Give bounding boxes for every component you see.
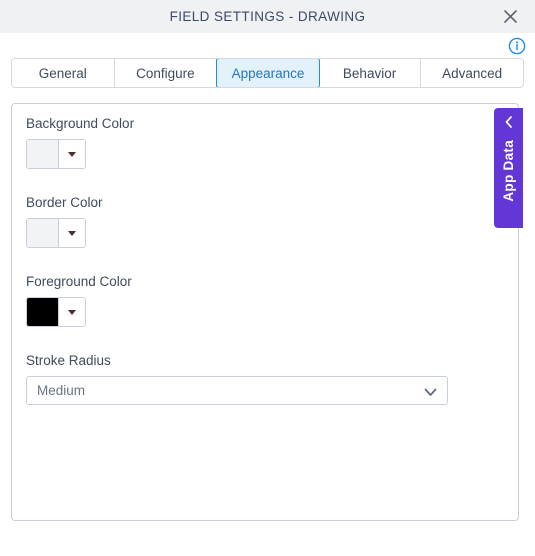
tab-configure-label: Configure: [136, 65, 195, 81]
stroke-radius-select[interactable]: Medium: [26, 376, 448, 405]
tab-general[interactable]: General: [12, 59, 115, 87]
border-color-swatch[interactable]: [27, 219, 59, 247]
info-icon: [508, 37, 526, 55]
dialog-titlebar: FIELD SETTINGS - DRAWING: [0, 0, 535, 33]
dialog-title: FIELD SETTINGS - DRAWING: [169, 9, 366, 24]
app-data-label: App Data: [501, 140, 516, 202]
tab-appearance-label: Appearance: [231, 65, 305, 81]
field-stroke-radius: Stroke Radius Medium: [26, 353, 504, 405]
info-row: [0, 33, 535, 58]
foreground-color-dropdown[interactable]: [59, 298, 85, 326]
stroke-radius-select-wrap: Medium: [26, 376, 448, 405]
field-background-color: Background Color: [26, 116, 504, 173]
border-color-picker[interactable]: [26, 218, 86, 248]
tab-advanced[interactable]: Advanced: [421, 59, 523, 87]
tab-appearance[interactable]: Appearance: [216, 59, 320, 87]
tab-advanced-label: Advanced: [442, 65, 503, 81]
tab-behavior-label: Behavior: [342, 65, 397, 81]
border-color-label: Border Color: [26, 195, 103, 210]
close-button[interactable]: [493, 0, 527, 33]
settings-tabbar: General Configure Appearance Behavior Ad…: [11, 58, 524, 88]
tab-configure[interactable]: Configure: [114, 59, 218, 87]
caret-down-icon: [68, 230, 76, 236]
chevron-left-icon: [503, 115, 515, 134]
tab-general-label: General: [38, 65, 87, 81]
stroke-radius-label: Stroke Radius: [26, 353, 111, 368]
background-color-picker[interactable]: [26, 139, 86, 169]
foreground-color-picker[interactable]: [26, 297, 86, 327]
background-color-label: Background Color: [26, 116, 135, 131]
caret-down-icon: [68, 309, 76, 315]
app-data-tab[interactable]: App Data: [494, 108, 523, 228]
caret-down-icon: [68, 151, 76, 157]
background-color-dropdown[interactable]: [59, 140, 85, 168]
background-color-swatch[interactable]: [27, 140, 59, 168]
foreground-color-label: Foreground Color: [26, 274, 132, 289]
foreground-color-swatch[interactable]: [27, 298, 59, 326]
close-icon: [503, 9, 518, 24]
appearance-panel: Background Color Border Color Foreground: [11, 103, 519, 521]
stroke-radius-value: Medium: [37, 383, 86, 398]
field-settings-dialog: FIELD SETTINGS - DRAWING General Configu…: [0, 0, 535, 556]
field-border-color: Border Color: [26, 195, 504, 252]
field-foreground-color: Foreground Color: [26, 274, 504, 331]
tab-behavior[interactable]: Behavior: [318, 59, 422, 87]
border-color-dropdown[interactable]: [59, 219, 85, 247]
info-button[interactable]: [508, 37, 526, 55]
